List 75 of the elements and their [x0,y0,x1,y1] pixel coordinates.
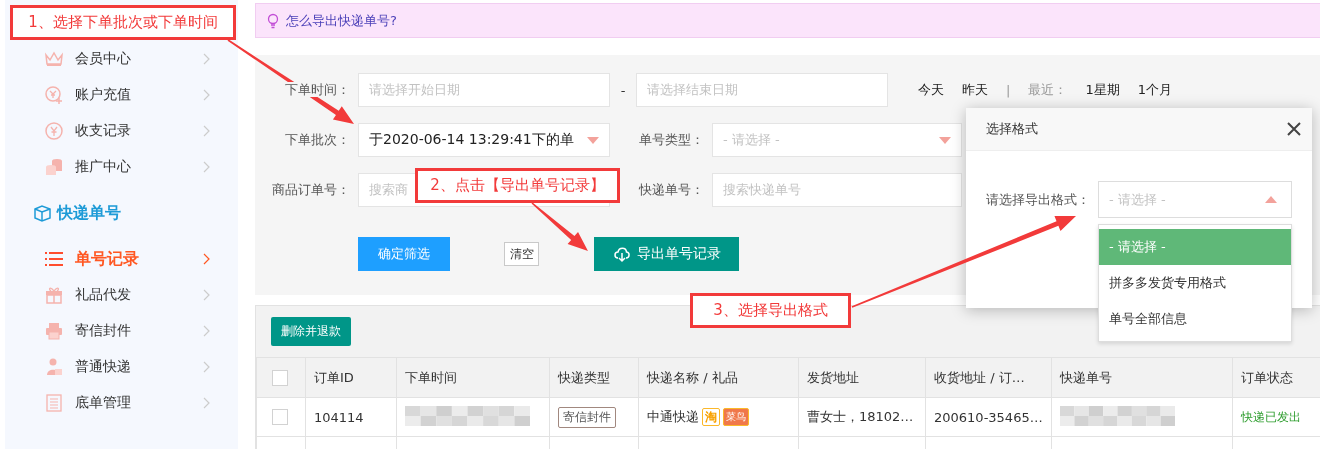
yen-coin-icon [45,122,63,140]
table-cell: 曹女士，18102… [798,397,926,437]
chevron-icon [203,125,210,137]
lightbulb-icon [266,12,280,29]
column-header: 快递名称 / 礼品 [638,357,799,398]
batch-select[interactable]: 于2020-06-14 13:29:41下的单 [358,123,610,157]
field-label: 请选择导出格式： [986,190,1091,209]
callout-tooltip: 3、选择导出格式 [690,293,851,328]
quick-range-link[interactable]: 今天 [918,81,944,99]
help-link[interactable]: 怎么导出快递单号? [286,11,397,30]
close-icon[interactable] [1286,121,1302,137]
field-label: 单号类型： [638,131,704,149]
column-header: 订单ID [305,357,397,398]
sidebar-item[interactable]: 账户充值 [5,77,238,113]
checkbox[interactable] [272,369,288,386]
delete-refund-button[interactable]: 删除并退款 [271,317,351,346]
chevron-icon [203,325,210,337]
quick-range-link[interactable]: 1个月 [1137,81,1172,99]
platform-badge: 淘 [702,408,720,426]
chevron-icon [203,361,210,373]
divider-text: | [1006,82,1011,98]
coin-plus-icon [45,86,63,104]
callout-tooltip: 2、点击【导出单号记录】 [415,168,620,203]
sidebar-item[interactable]: 会员中心 [5,41,238,77]
gift-icon [45,286,63,304]
checkbox[interactable] [272,409,288,425]
sidebar-item[interactable]: 收支记录 [5,113,238,149]
crown-icon [45,50,63,68]
platform-badge: 菜鸟 [723,408,749,426]
courier-name: 中通快递 [647,408,699,426]
chevron-icon [203,53,210,65]
export-button[interactable]: 导出单号记录 [594,237,739,271]
type-tag: 寄信封件 [558,406,616,428]
quick-range-link[interactable]: 1星期 [1085,81,1120,99]
caret-icon [939,136,951,144]
recent-label: 最近： [1028,81,1068,99]
sidebar-item[interactable]: 推广中心 [5,149,238,185]
dropdown-option[interactable]: 单号全部信息 [1099,301,1291,337]
sidebar-item[interactable]: 普通快递 [5,349,238,385]
table-cell: 200610-35465… [925,397,1052,437]
printer-icon [45,322,63,340]
coins-icon [45,158,63,176]
chevron-icon [203,253,210,265]
range-separator: - [619,82,627,98]
clear-button[interactable]: 清空 [504,242,539,266]
table-cell: 104114 [305,397,397,437]
dropdown-option[interactable]: 拼多多发货专用格式 [1099,265,1291,301]
person-icon [45,358,63,376]
sidebar-item[interactable]: 寄信封件 [5,313,238,349]
status-text: 快递已发出 [1241,409,1301,424]
column-header: 快递单号 [1051,357,1233,398]
chevron-icon [203,161,210,173]
chevron-icon [203,289,210,301]
column-header: 发货地址 [798,357,926,398]
chevron-icon [203,89,210,101]
field-label: 快递单号： [638,181,704,199]
document-icon [45,394,63,412]
column-header: 收货地址 / 订… [925,357,1052,398]
caret-icon [587,136,599,144]
cloud-download-icon [612,245,631,263]
column-header: 快递类型 [549,357,639,398]
quick-range-link[interactable]: 昨天 [962,81,988,99]
caret-icon [1265,196,1277,203]
callout-tooltip: 1、选择下单批次或下单时间 [10,5,236,40]
column-header: 订单状态 [1232,357,1320,398]
list-icon [45,250,63,268]
field-label: 商品订单号： [271,181,350,199]
dialog-title: 选择格式 [986,120,1038,138]
cube-icon [34,204,51,222]
sidebar-item[interactable]: 底单管理 [5,385,238,421]
column-header: 下单时间 [396,357,550,398]
chevron-icon [203,397,210,409]
field-label: 下单批次： [284,131,350,149]
sidebar-item[interactable]: 礼品代发 [5,277,238,313]
section-label: 快递单号 [57,202,121,224]
